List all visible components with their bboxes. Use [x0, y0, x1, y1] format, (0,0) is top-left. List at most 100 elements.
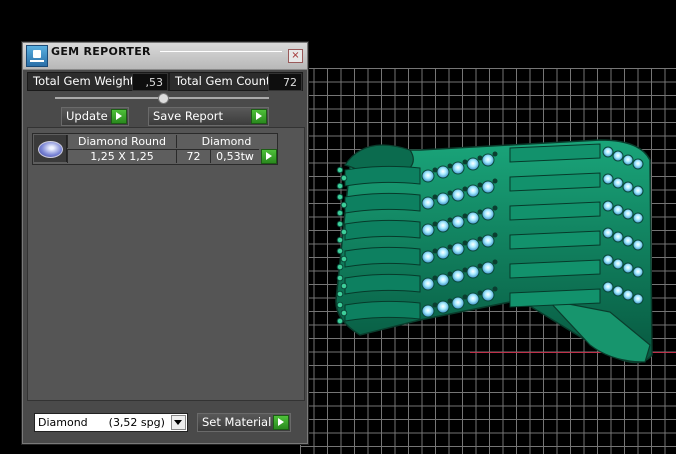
- gem-stone: [336, 166, 344, 174]
- gem-stone: [481, 207, 495, 221]
- gem-stone: [632, 212, 644, 224]
- title-bar[interactable]: GEM REPORTER ×: [23, 43, 307, 70]
- set-material-button[interactable]: Set Material: [197, 413, 291, 432]
- gem-material: Diamond: [176, 135, 276, 148]
- gem-stone: [612, 258, 624, 270]
- gem-stone: [451, 269, 465, 283]
- gem-stone: [336, 274, 344, 282]
- gem-stone: [622, 235, 634, 247]
- gem-stone: [612, 231, 624, 243]
- gem-stone: [421, 196, 435, 210]
- gem-stone: [481, 261, 495, 275]
- gem-stone: [622, 154, 634, 166]
- gem-stone: [336, 317, 344, 325]
- total-weight-field: Total Gem Weight ,53: [27, 72, 169, 91]
- gem-stone: [451, 296, 465, 310]
- gem-stone: [340, 228, 348, 236]
- set-material-label: Set Material: [202, 415, 272, 429]
- round-gem-icon: [34, 135, 67, 162]
- gem-count: 72: [176, 149, 210, 163]
- gem-stone: [340, 201, 348, 209]
- gem-stone: [466, 184, 480, 198]
- gem-thumbnail: [38, 141, 63, 158]
- total-weight-label: Total Gem Weight: [28, 73, 141, 90]
- gem-prong: [492, 259, 498, 265]
- gem-stone: [481, 180, 495, 194]
- save-report-button[interactable]: Save Report: [148, 107, 269, 126]
- gem-stone: [622, 181, 634, 193]
- gem-list[interactable]: Diamond Round Diamond 1,25 X 1,25 72 0,5…: [27, 127, 305, 401]
- gem-prong: [492, 286, 498, 292]
- gem-stone: [451, 242, 465, 256]
- gem-stone: [632, 239, 644, 251]
- gem-stone: [451, 215, 465, 229]
- gem-stone: [466, 265, 480, 279]
- gem-stone: [336, 236, 344, 244]
- gem-stone: [436, 219, 450, 233]
- gem-stone: [612, 177, 624, 189]
- update-label: Update: [66, 109, 108, 123]
- gem-stone: [632, 185, 644, 197]
- gem-prong: [492, 205, 498, 211]
- gem-prong: [492, 178, 498, 184]
- play-arrow-icon[interactable]: [261, 149, 277, 164]
- dialog-title: GEM REPORTER: [51, 45, 151, 58]
- gem-stone: [421, 250, 435, 264]
- total-count-field: Total Gem Count 72: [169, 72, 303, 91]
- total-count-label: Total Gem Count: [170, 73, 277, 90]
- update-button[interactable]: Update: [61, 107, 129, 126]
- gem-stone: [602, 173, 614, 185]
- material-dropdown[interactable]: Diamond (3,52 spg): [34, 413, 188, 432]
- chevron-down-icon: [171, 415, 186, 430]
- gem-stone: [612, 285, 624, 297]
- gem-stone: [632, 266, 644, 278]
- save-report-label: Save Report: [153, 109, 224, 123]
- gem-stone: [612, 150, 624, 162]
- gem-stone: [340, 282, 348, 290]
- gem-stone: [336, 182, 344, 190]
- list-item[interactable]: Diamond Round Diamond 1,25 X 1,25 72 0,5…: [32, 133, 278, 165]
- gem-stone: [481, 288, 495, 302]
- slider-handle[interactable]: [158, 93, 169, 104]
- gem-stone: [622, 208, 634, 220]
- gem-shape: Diamond Round: [67, 135, 176, 148]
- gem-stone: [336, 263, 344, 271]
- gem-stone: [436, 246, 450, 260]
- gem-stone: [436, 165, 450, 179]
- gem-stone: [602, 254, 614, 266]
- total-count-value: 72: [268, 73, 302, 91]
- gem-prong: [492, 232, 498, 238]
- gem-stone: [466, 211, 480, 225]
- gem-weight: 0,53tw: [210, 149, 259, 163]
- gem-stone: [602, 227, 614, 239]
- gem-stone: [622, 289, 634, 301]
- gem-stone: [622, 262, 634, 274]
- gem-stone: [602, 281, 614, 293]
- gem-stone: [421, 277, 435, 291]
- play-arrow-icon: [251, 109, 267, 124]
- gem-stone: [632, 158, 644, 170]
- gem-stone: [481, 153, 495, 167]
- close-icon[interactable]: ×: [288, 49, 303, 63]
- gem-stone: [336, 209, 344, 217]
- gem-stone: [466, 157, 480, 171]
- gem-stone: [421, 169, 435, 183]
- gem-stone: [436, 192, 450, 206]
- gem-stone: [612, 204, 624, 216]
- gem-stone: [481, 234, 495, 248]
- gem-stone: [336, 301, 344, 309]
- gem-stone: [602, 146, 614, 158]
- gem-prong: [492, 151, 498, 157]
- gem-stone: [466, 238, 480, 252]
- gem-stone: [436, 273, 450, 287]
- play-arrow-icon: [111, 109, 127, 124]
- gem-stone: [340, 174, 348, 182]
- gem-stone: [336, 290, 344, 298]
- gem-stone: [436, 300, 450, 314]
- gem-stone: [336, 247, 344, 255]
- gem-stone: [602, 200, 614, 212]
- total-weight-value: ,53: [132, 73, 168, 91]
- gem-stone: [336, 220, 344, 228]
- gem-reporter-app-icon: [26, 45, 48, 67]
- gem-size: 1,25 X 1,25: [67, 149, 176, 163]
